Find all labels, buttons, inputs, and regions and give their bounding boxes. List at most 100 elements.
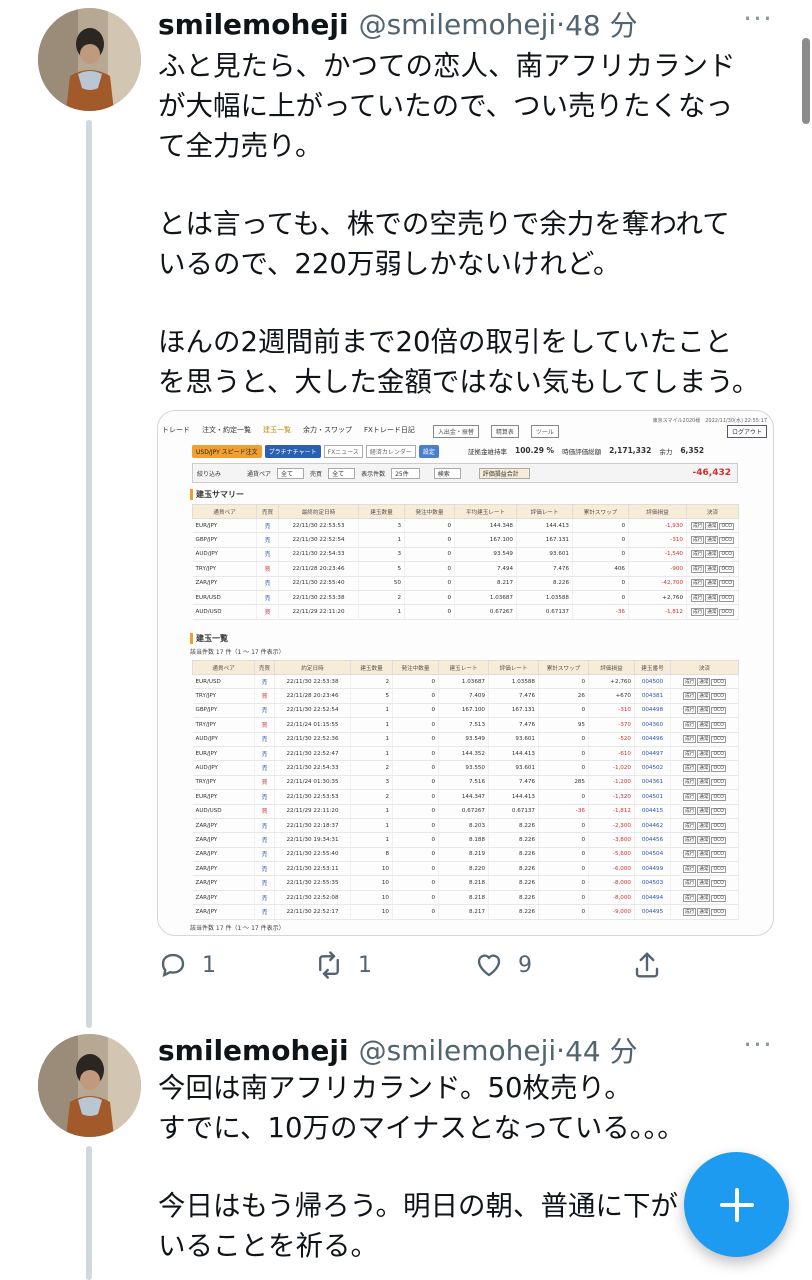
user-handle[interactable]: @smilemoheji	[359, 8, 557, 41]
table-cell: 0	[392, 861, 439, 877]
table-cell: 22/11/30 22:52:47	[274, 746, 351, 762]
reply-button[interactable]: 1	[158, 950, 216, 980]
settle-button: OCO	[719, 522, 734, 530]
table-cell: 004360	[634, 717, 671, 733]
settle-button: 成行	[683, 792, 697, 801]
table-cell: -8,000	[588, 875, 635, 891]
table-cell: 93.601	[488, 760, 539, 776]
retweet-button[interactable]: 1	[314, 950, 372, 980]
retweet-icon	[319, 951, 339, 979]
summary-title: 建玉サマリー	[190, 489, 244, 500]
settle-button: 通常	[697, 792, 711, 801]
table-cell: -3,800	[588, 832, 635, 848]
share-button[interactable]	[632, 950, 662, 980]
settle-cell: 成行 通常 OCO	[670, 818, 739, 834]
table-cell: 8.226	[488, 861, 539, 877]
valuation-value: 2,171,332	[609, 446, 652, 455]
nav-item: 余力・スワップ	[303, 426, 352, 434]
table-cell: -310	[588, 703, 635, 719]
table-cell: 0	[538, 890, 589, 906]
table-cell: 004381	[634, 688, 671, 704]
nav-button: 精算表	[490, 425, 519, 438]
settle-button: OCO	[711, 851, 726, 859]
count-label: 表示件数	[361, 470, 386, 478]
table-cell: 売	[256, 547, 279, 563]
attached-image[interactable]: 東京スマイル2020様 2022/11/30(水) 22:55:17 ログアウト…	[157, 410, 774, 936]
settle-button: OCO	[711, 836, 726, 844]
display-name[interactable]: smilemoheji	[158, 8, 349, 41]
timestamp[interactable]: 44 分	[565, 1030, 638, 1070]
count-select: 25件	[391, 467, 420, 479]
user-handle[interactable]: @smilemoheji	[359, 1034, 557, 1067]
more-options-icon[interactable]: ···	[740, 1031, 776, 1064]
table-cell: 売	[254, 760, 275, 776]
settle-cell: 成行 通常 OCO	[670, 703, 739, 719]
table-cell: 2	[350, 760, 393, 776]
table-cell: -36	[538, 804, 589, 819]
like-button[interactable]: 9	[474, 950, 532, 980]
settle-cell: 成行 通常 OCO	[670, 746, 739, 762]
table-cell: 004497	[634, 746, 671, 762]
table-cell: 買	[256, 604, 279, 620]
table-header: 通貨ペア	[192, 660, 255, 675]
avatar[interactable]	[38, 1034, 141, 1137]
table-cell: 004498	[634, 703, 671, 719]
settle-button: 通常	[697, 749, 711, 758]
table-cell: 144.348	[454, 518, 517, 534]
tweet-line: ほんの2週間前まで20倍の取引をしていたこと	[158, 326, 733, 358]
table-cell: AUD/JPY	[192, 760, 255, 776]
display-name[interactable]: smilemoheji	[158, 1034, 349, 1067]
table-cell: 167.100	[438, 703, 489, 719]
table-header: 累計スワップ	[572, 504, 629, 519]
timestamp[interactable]: 48 分	[565, 4, 638, 44]
nav-item: トレード	[162, 426, 190, 434]
table-cell: 10	[350, 904, 393, 920]
nav-item: FXトレード日記	[364, 426, 415, 434]
settle-button: 通常	[697, 850, 711, 859]
table-cell: TRY/JPY	[192, 717, 255, 733]
table-row: AUD/JPY 売 22/11/30 22:54:33 3 0 93.549 93.601 0…	[192, 547, 739, 563]
tweet-line: いるので、220万弱しかないけれど。	[158, 248, 621, 280]
nav-button: 入出金・振替	[432, 425, 479, 438]
more-options-icon[interactable]: ···	[740, 5, 776, 38]
settle-button: 成行	[691, 608, 705, 617]
compose-tweet-button[interactable]	[684, 1152, 789, 1257]
side-select: 全て	[328, 467, 356, 479]
table-cell: 7.476	[488, 775, 539, 791]
table-cell: 22/11/30 22:55:40	[278, 576, 359, 591]
table-cell: 0	[392, 703, 439, 719]
side-label: 売買	[310, 470, 323, 478]
table-cell: 167.131	[516, 532, 573, 548]
table-cell: 0	[392, 890, 439, 906]
scrollbar[interactable]	[802, 38, 810, 124]
table-cell: 004501	[634, 789, 671, 805]
broker-nav: トレード 注文・約定一覧 建玉一覧 余力・スワップ FXトレード日記 入出金・振…	[162, 425, 559, 438]
reply-icon	[161, 953, 185, 978]
table-cell: -1,540	[628, 547, 687, 563]
table-cell: 0	[392, 717, 439, 733]
table-cell: 1	[350, 804, 393, 819]
table-cell: 1	[350, 717, 393, 733]
table-cell: 0	[392, 832, 439, 848]
table-cell: 0.67267	[454, 604, 517, 620]
table-cell: 004499	[634, 861, 671, 877]
news-button: FXニュース	[323, 445, 363, 458]
table-cell: -900	[628, 561, 687, 577]
table-cell: 0	[392, 875, 439, 891]
table-cell: 買	[254, 688, 275, 704]
table-cell: 1	[358, 532, 405, 548]
table-cell: 167.100	[454, 532, 517, 548]
pair-label: 通貨ペア	[247, 470, 272, 478]
margin-value: 100.29 %	[515, 446, 555, 455]
nav-item-active: 建玉一覧	[263, 426, 291, 434]
settle-button: 通常	[697, 692, 711, 701]
table-cell: -8,000	[588, 890, 635, 906]
settle-button: OCO	[719, 580, 734, 588]
table-cell: 8.218	[438, 875, 489, 891]
pair-select: 全て	[277, 467, 305, 479]
settle-button: OCO	[711, 779, 726, 787]
table-row: GBP/JPY 売 22/11/30 22:52:54 1 0 167.100 167.13…	[192, 703, 739, 719]
table-cell: 1	[350, 746, 393, 762]
table-cell: 1	[358, 604, 405, 620]
avatar[interactable]	[38, 8, 141, 111]
